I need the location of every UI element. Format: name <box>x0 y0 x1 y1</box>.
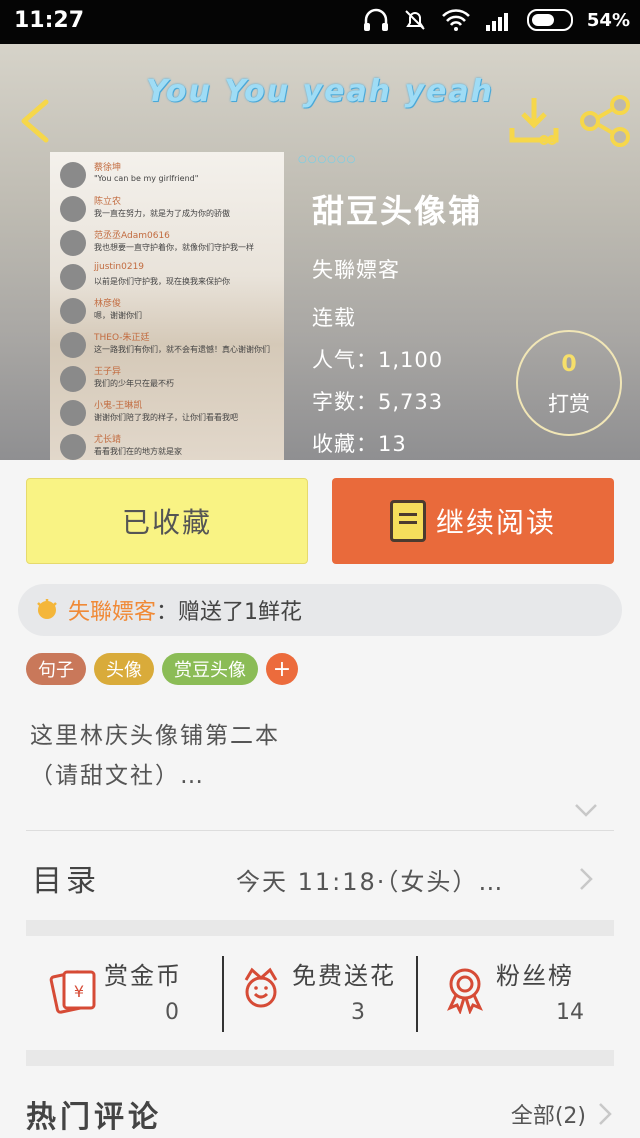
add-tag-button[interactable]: + <box>266 653 298 685</box>
free-flower[interactable]: 免费送花 3 <box>236 950 416 1042</box>
hot-comments-header: 热门评论 全部(2) <box>26 1078 614 1138</box>
status-time: 11:27 <box>14 8 85 33</box>
cover-chat-row: jjustin0219 以前是你们守护我，现在换我来保护你 <box>60 262 280 296</box>
cover-chat-row: 王子异 我们的少年只在最不朽 <box>60 364 280 398</box>
avatar <box>60 196 86 222</box>
battery-percent: 54% <box>586 9 630 31</box>
book-popularity: 人气：1,100 <box>312 348 444 372</box>
divider <box>416 956 418 1032</box>
book-header: You You yeah yeah 蔡徐坤 "You can be my girl… <box>0 44 640 460</box>
battery-icon <box>526 9 573 31</box>
cover-chat-row: 范丞丞Adam0616 我也想要一直守护着你，就像你们守护我一样 <box>60 228 280 262</box>
cover-chat-row: 蔡徐坤 "You can be my girlfriend" <box>60 160 280 194</box>
avatar <box>60 434 86 460</box>
chevron-right-icon[interactable] <box>598 1102 612 1126</box>
chevron-right-icon <box>580 868 593 890</box>
avatar <box>60 264 86 290</box>
avatar <box>60 400 86 426</box>
tip-label: 打赏 <box>548 392 590 416</box>
wifi-icon <box>442 9 470 31</box>
tag-list: 句子 头像 赏豆头像 + <box>26 653 298 685</box>
avatar <box>60 162 86 188</box>
svg-text:¥: ¥ <box>74 982 84 1001</box>
section-separator <box>26 920 614 936</box>
favorited-button[interactable]: 已收藏 <box>26 478 308 564</box>
tag-item[interactable]: 赏豆头像 <box>162 653 258 685</box>
chevron-down-icon[interactable] <box>572 800 600 820</box>
continue-reading-label: 继续阅读 <box>435 506 556 539</box>
headphones-icon <box>363 8 388 31</box>
red-envelope-icon: ¥ <box>49 970 96 1014</box>
avatar <box>60 230 86 256</box>
gift-notice-bar[interactable]: 失聯嫖客 ：赠送了1鲜花 <box>18 584 622 636</box>
favorited-label: 已收藏 <box>121 506 212 539</box>
tip-button[interactable]: 0 打赏 <box>516 330 622 436</box>
cover-chat-row: 尤长靖 看看我们在的地方就是家 <box>60 432 280 460</box>
gold-coin-reward[interactable]: ¥ 赏金币 0 <box>48 950 224 1042</box>
continue-reading-button[interactable]: 继续阅读 <box>332 478 614 564</box>
download-icon[interactable] <box>508 94 560 146</box>
book-title: 甜豆头像铺 <box>312 192 483 230</box>
tip-count: 0 <box>561 352 577 377</box>
toc-label: 目录 <box>32 864 100 899</box>
back-icon[interactable] <box>14 96 54 146</box>
cover-chat-row: 陈立农 我一直在努力，就是为了成为你的骄傲 <box>60 194 280 228</box>
share-icon[interactable] <box>578 94 632 148</box>
book-cover-image[interactable]: 蔡徐坤 "You can be my girlfriend" 陈立农 我一直在努力，… <box>50 152 284 460</box>
status-bar: 11:27 54% <box>0 0 640 44</box>
hot-comments-title: 热门评论 <box>26 1100 162 1135</box>
tag-item[interactable]: 句子 <box>26 653 86 685</box>
book-word-count: 字数：5,733 <box>312 390 444 414</box>
toc-latest-chapter: 今天 11:18·（女头）… <box>236 868 505 896</box>
flower-icon <box>37 599 57 619</box>
table-of-contents-row[interactable]: 目录 今天 11:18·（女头）… <box>26 832 614 920</box>
book-author[interactable]: 失聯嫖客 <box>312 254 400 284</box>
cover-chat-row: 小鬼-王琳凯 谢谢你们陪了我的样子，让你们看看我吧 <box>60 398 280 432</box>
gift-user[interactable]: 失聯嫖客 <box>68 594 156 626</box>
fan-ranking[interactable]: 粉丝榜 14 <box>440 950 614 1042</box>
divider <box>222 956 224 1032</box>
avatar <box>60 332 86 358</box>
book-icon <box>389 500 426 542</box>
cover-chat-row: 林彦俊 嗯，谢谢你们 <box>60 296 280 330</box>
mute-bell-icon <box>405 10 425 30</box>
section-separator <box>26 1050 614 1066</box>
gift-text: ：赠送了1鲜花 <box>156 600 303 625</box>
avatar <box>60 298 86 324</box>
page-dots: ○○○○○○ <box>298 154 357 165</box>
avatar <box>60 366 86 392</box>
medal-icon <box>447 968 483 1014</box>
stats-row: ¥ 赏金币 0 免费送花 3 粉丝榜 14 <box>26 950 614 1042</box>
book-status: 连载 <box>312 306 356 330</box>
tag-item[interactable]: 头像 <box>94 653 154 685</box>
signal-icon <box>485 13 508 31</box>
book-description: 这里林庆头像铺第二本 （请甜文社）… <box>30 723 280 789</box>
book-favorites: 收藏：13 <box>312 432 407 456</box>
flower-face-icon <box>244 967 278 1008</box>
divider <box>26 830 614 831</box>
cover-chat-row: THEO-朱正廷 这一路我们有你们，就不会有遗憾！真心谢谢你们 <box>60 330 280 364</box>
all-comments-link[interactable]: 全部(2) <box>511 1098 586 1130</box>
